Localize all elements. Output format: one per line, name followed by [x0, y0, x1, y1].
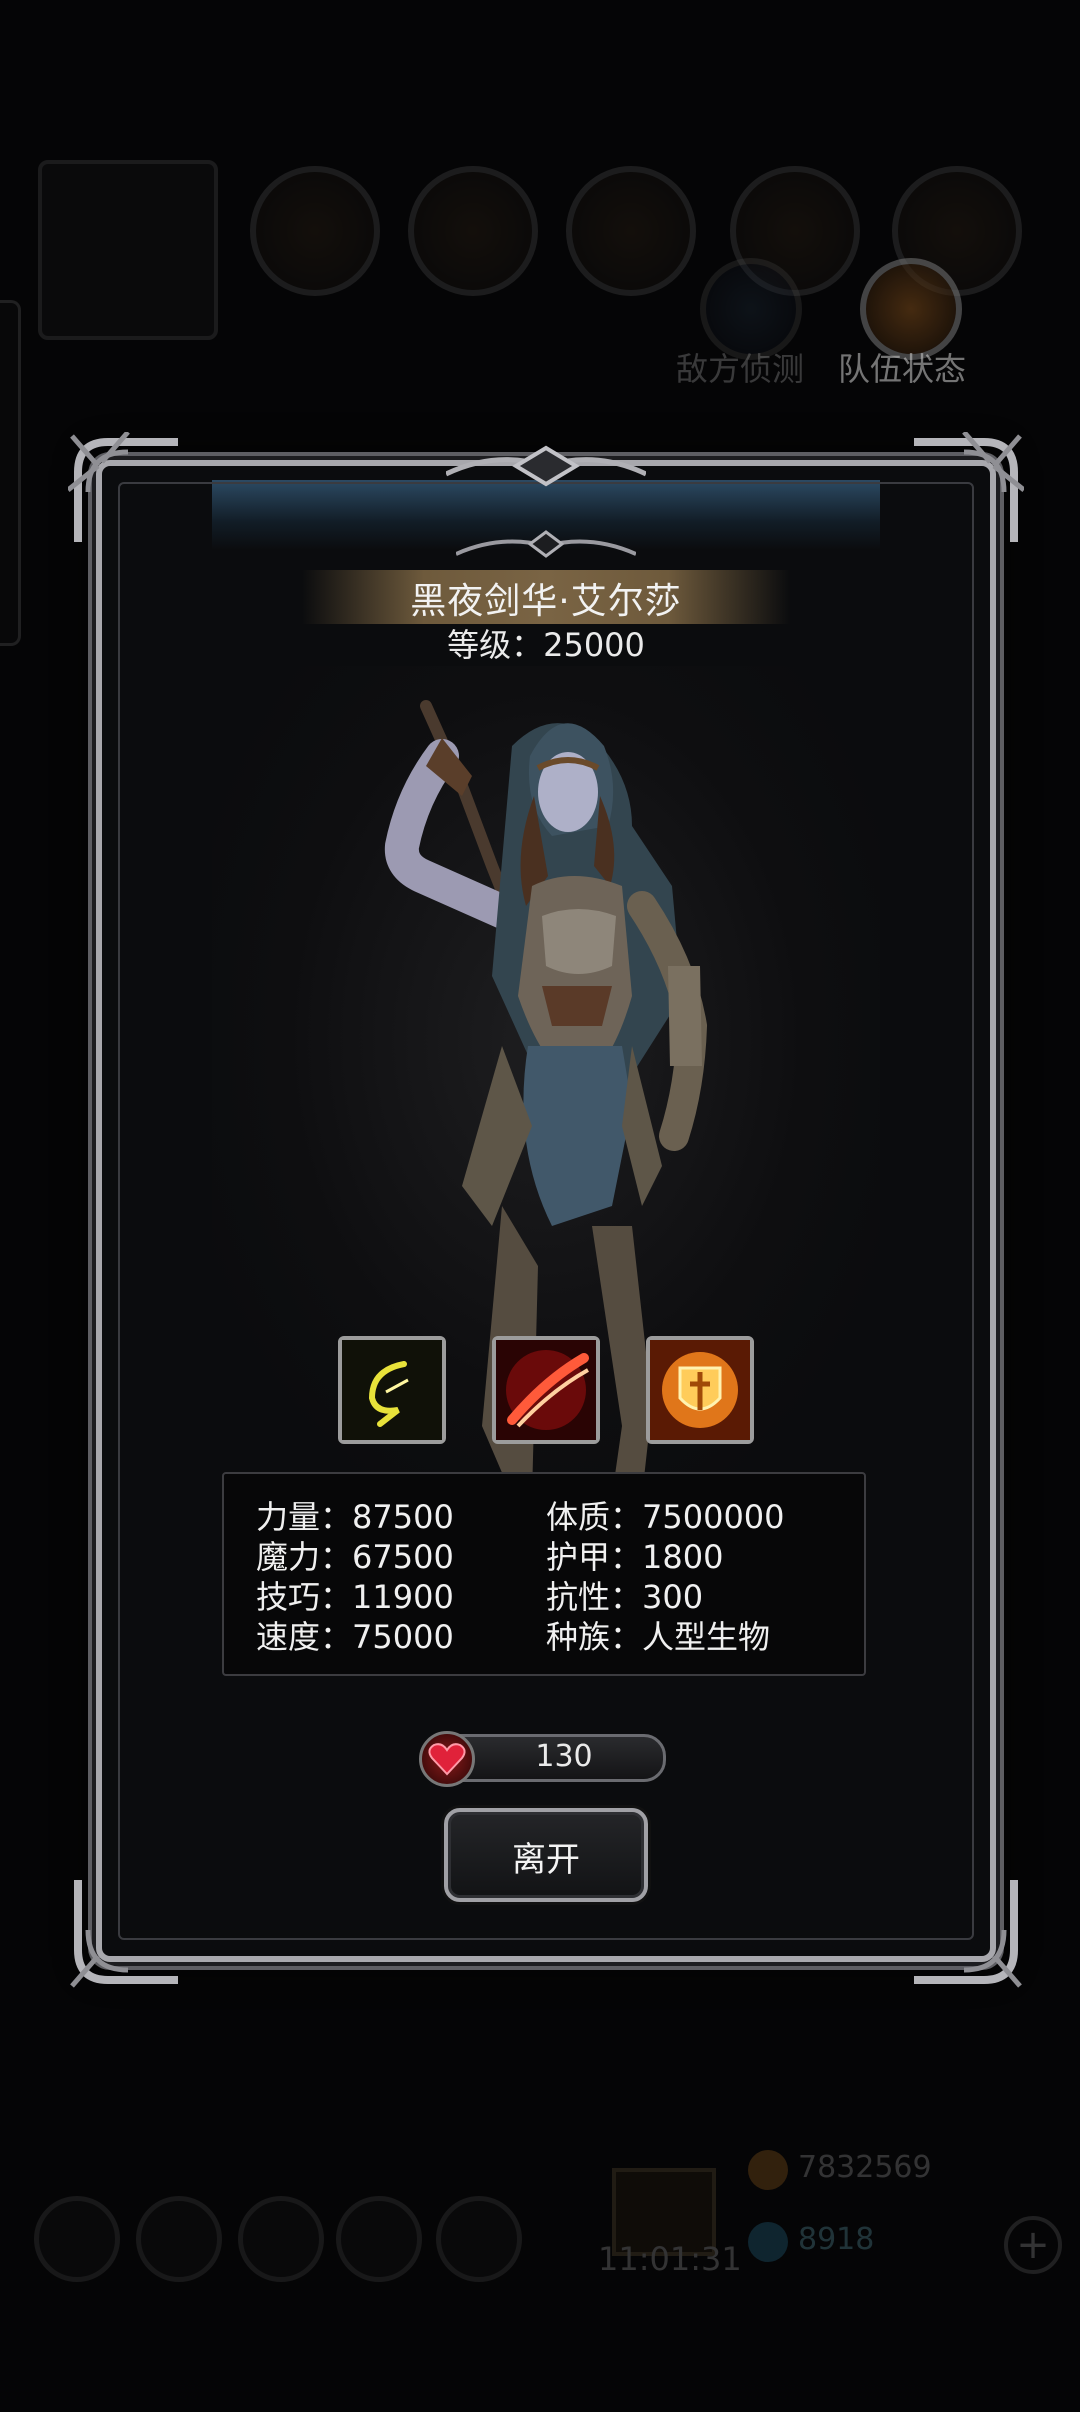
- leave-button-label: 离开: [512, 1840, 580, 1880]
- gem-amount: 8918: [798, 2222, 875, 2257]
- menu-circle-icon: [408, 166, 538, 296]
- fire-slash-icon[interactable]: [492, 1336, 600, 1444]
- bottom-nav-icon: [136, 2196, 222, 2282]
- clock-time: 11:01:31: [598, 2240, 742, 2278]
- gold-coin-icon: [748, 2150, 788, 2190]
- hero-name: 黑夜剑华·艾尔莎: [410, 581, 682, 622]
- title-crest-icon: [455, 530, 637, 558]
- hp-bar: 130: [419, 1731, 666, 1787]
- gold-amount: 7832569: [798, 2150, 932, 2185]
- bottom-nav-icon: [34, 2196, 120, 2282]
- team-status-label: 队伍状态: [838, 350, 967, 388]
- add-icon: +: [1004, 2216, 1062, 2274]
- bottom-nav-icon: [336, 2196, 422, 2282]
- top-crest-icon: [444, 444, 648, 488]
- stat-speed: 速度：75000: [256, 1618, 454, 1656]
- holy-shield-icon[interactable]: [646, 1336, 754, 1444]
- stats-panel: 力量：87500 魔力：67500 技巧：11900 速度：75000 体质：7…: [222, 1472, 866, 1676]
- hero-level: 等级：25000: [447, 626, 645, 664]
- skill-row: [338, 1336, 758, 1444]
- bottom-nav-icon: [436, 2196, 522, 2282]
- portrait-frame: [38, 160, 218, 340]
- enemy-scout-label: 敌方侦测: [676, 350, 805, 388]
- menu-circle-icon: [566, 166, 696, 296]
- side-tab: [0, 300, 21, 646]
- stat-race: 种族：人型生物: [546, 1618, 771, 1656]
- bottom-nav-icon: [238, 2196, 324, 2282]
- lightning-arc-icon[interactable]: [338, 1336, 446, 1444]
- hp-value: 130: [535, 1739, 593, 1774]
- menu-circle-icon: [250, 166, 380, 296]
- hero-info-dialog: 黑夜剑华·艾尔莎 等级：25000 力量：87500 魔力：67500 技巧：1…: [66, 430, 1026, 1988]
- leave-button[interactable]: 离开: [444, 1808, 648, 1902]
- gem-icon: [748, 2222, 788, 2262]
